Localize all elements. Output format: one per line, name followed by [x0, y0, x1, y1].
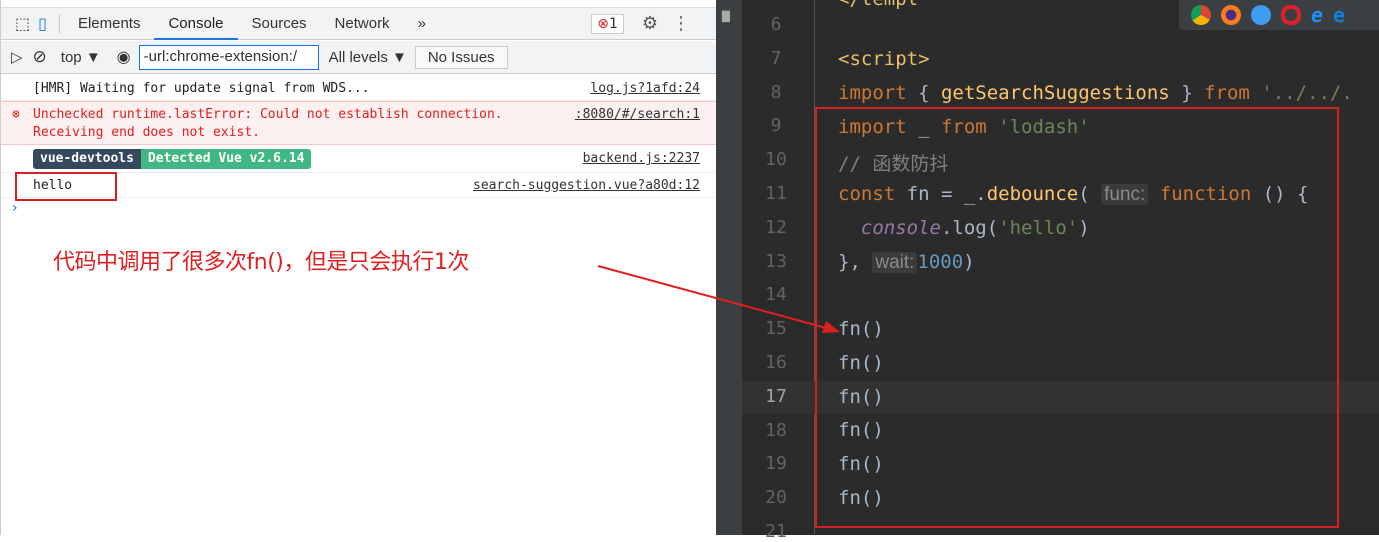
annotation-arrow	[597, 265, 840, 333]
